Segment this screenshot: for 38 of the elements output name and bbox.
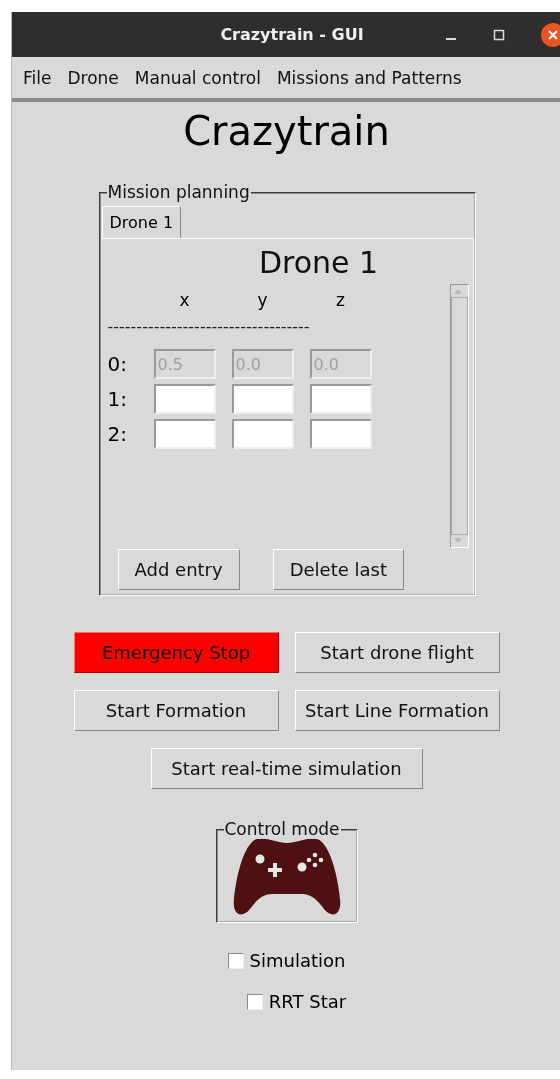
group-label: Mission planning <box>106 182 251 202</box>
menu-item[interactable]: File <box>21 67 54 88</box>
button[interactable]: Add entry <box>117 549 240 590</box>
row-label: 0: <box>107 352 128 376</box>
gamepad-icon[interactable] <box>231 837 342 917</box>
tab[interactable]: Drone 1 <box>101 206 182 239</box>
panel-title: Drone 1 <box>257 244 380 282</box>
menu-item[interactable]: Drone <box>65 67 121 88</box>
button[interactable]: Start drone flight <box>294 632 500 673</box>
column-header: z <box>335 289 346 311</box>
menu-item[interactable]: Missions and Patterns <box>274 67 464 88</box>
close-icon[interactable] <box>541 22 560 47</box>
row-label: 2: <box>107 422 128 446</box>
checkbox-label: RRT Star <box>268 991 347 1012</box>
window-title: Crazytrain - GUI <box>220 25 364 44</box>
checkbox[interactable] <box>227 952 244 969</box>
checkbox-label: Simulation <box>249 950 346 971</box>
input-field[interactable] <box>153 419 216 449</box>
button[interactable]: Start Line Formation <box>294 690 500 731</box>
button[interactable]: Start Formation <box>73 690 279 731</box>
column-header: y <box>256 289 269 311</box>
button[interactable]: Start real-time simulation <box>150 748 423 789</box>
menu-item[interactable]: Manual control <box>132 67 263 88</box>
emergency-stop-button[interactable]: Emergency Stop <box>73 632 279 673</box>
input-field[interactable] <box>231 384 294 414</box>
group-label: Control mode <box>223 819 341 839</box>
input-field[interactable] <box>309 384 372 414</box>
maximize-icon[interactable] <box>493 28 505 41</box>
button[interactable]: Delete last <box>272 549 404 590</box>
input-field[interactable] <box>309 419 372 449</box>
input-field[interactable] <box>153 384 216 414</box>
checkbox[interactable] <box>246 993 263 1010</box>
input-field[interactable] <box>231 419 294 449</box>
column-header: x <box>178 289 191 311</box>
app-heading: Crazytrain <box>183 107 390 156</box>
separator-text: ----------------------------------- <box>107 318 311 336</box>
scrollbar[interactable] <box>449 284 469 548</box>
row-label: 1: <box>107 387 128 411</box>
